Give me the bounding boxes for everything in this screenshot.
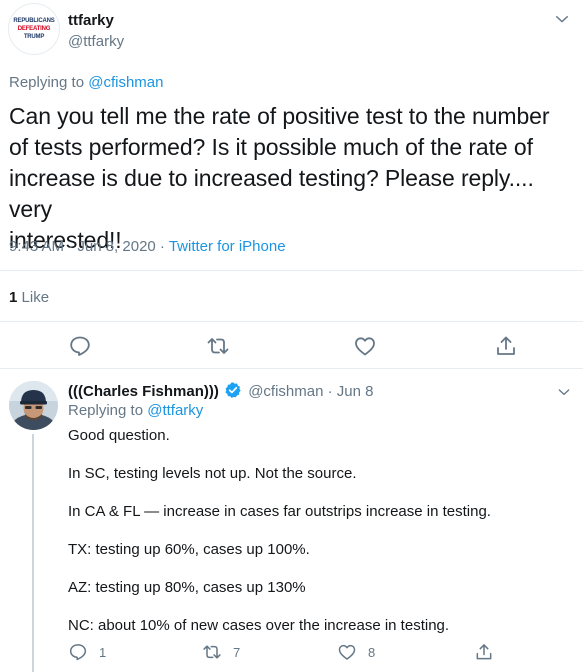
share-button[interactable] — [474, 641, 505, 663]
reply-paragraph: In SC, testing levels not up. Not the so… — [68, 465, 357, 482]
retweet-icon — [203, 645, 221, 659]
replying-to: Replying to @cfishman — [9, 74, 163, 91]
reply-count: 1 — [99, 644, 107, 660]
reply-header: (((Charles Fishman))) @cfishman · Jun 8 — [68, 381, 373, 400]
tweet-source[interactable]: Twitter for iPhone — [169, 238, 286, 255]
tweet-meta: 9:43 AM · Jun 8, 2020 · Twitter for iPho… — [9, 238, 286, 255]
reply-button[interactable]: 1 — [68, 641, 106, 663]
avatar-text-line-3: TRUMP — [23, 34, 45, 40]
divider — [0, 368, 583, 369]
chevron-down-icon[interactable] — [553, 10, 571, 28]
divider — [0, 270, 583, 271]
meta-separator: · — [155, 238, 169, 255]
reply-icon — [69, 644, 87, 661]
likes-count: 1 — [9, 289, 18, 306]
author-handle[interactable]: @ttfarky — [68, 33, 124, 50]
divider — [0, 321, 583, 322]
replying-to-link[interactable]: @cfishman — [88, 74, 163, 91]
reply-paragraph: NC: about 10% of new cases over the incr… — [68, 617, 450, 634]
reply-text: Good question. In SC, testing levels not… — [68, 426, 573, 635]
reply-paragraph: AZ: testing up 80%, cases up 130% — [68, 579, 306, 596]
like-icon — [338, 644, 356, 660]
chevron-down-icon[interactable] — [556, 384, 572, 400]
retweet-button[interactable]: 7 — [202, 641, 240, 663]
author-name[interactable]: (((Charles Fishman))) — [68, 383, 219, 400]
reply-paragraph: Good question. — [68, 427, 170, 444]
share-icon[interactable] — [494, 334, 518, 358]
replying-to: Replying to @ttfarky — [68, 402, 203, 419]
like-button[interactable]: 8 — [337, 641, 375, 663]
like-icon[interactable] — [353, 334, 377, 358]
author-handle[interactable]: @cfishman — [248, 383, 323, 400]
tweet-date[interactable]: · Jun 8 — [328, 383, 374, 400]
retweet-count: 7 — [233, 644, 241, 660]
likes-label: Like — [21, 289, 50, 306]
reply-icon[interactable] — [68, 334, 92, 358]
tweet-text: Can you tell me the rate of positive tes… — [9, 103, 550, 253]
reply-paragraph: TX: testing up 60%, cases up 100%. — [68, 541, 310, 558]
avatar-text-line-1: REPUBLICANS — [13, 18, 55, 24]
reply-paragraph: In CA & FL — increase in cases far outst… — [68, 503, 491, 520]
avatar-text-line-2: DEFEATING — [17, 26, 51, 32]
replying-to-link[interactable]: @ttfarky — [147, 402, 203, 419]
retweet-icon[interactable] — [206, 334, 230, 358]
thread-line — [32, 434, 34, 672]
avatar[interactable]: REPUBLICANS DEFEATING TRUMP — [8, 3, 60, 55]
verified-icon — [225, 382, 241, 398]
replying-prefix: Replying to — [9, 74, 85, 91]
avatar[interactable] — [9, 381, 58, 430]
author-name[interactable]: ttfarky — [68, 12, 114, 29]
like-count: 8 — [368, 644, 376, 660]
tweet-timestamp[interactable]: 9:43 AM · Jun 8, 2020 — [9, 238, 156, 255]
likes-stat[interactable]: 1 Like — [9, 289, 49, 306]
replying-prefix: Replying to — [68, 402, 144, 419]
avatar-photo — [9, 381, 58, 430]
share-icon — [476, 644, 492, 660]
